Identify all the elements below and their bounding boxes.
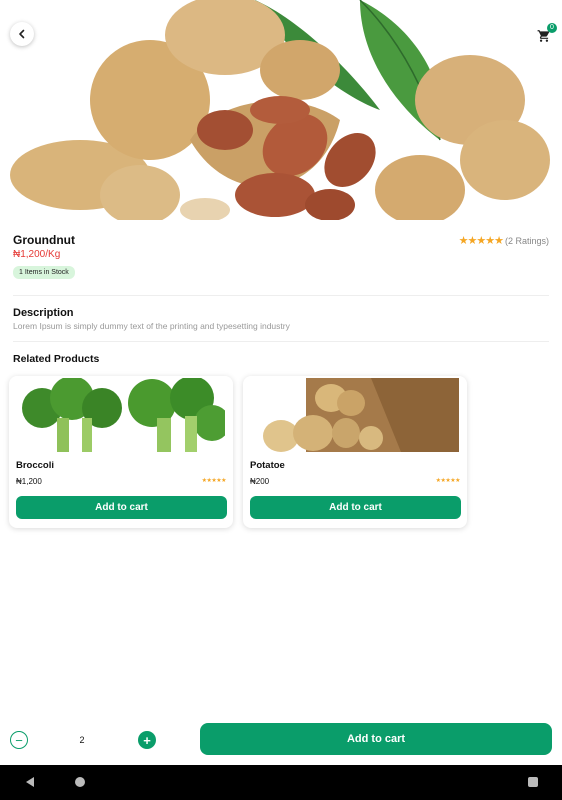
decrease-quantity-button[interactable]: − bbox=[10, 731, 28, 749]
card-rating-stars: ★★★★★ bbox=[201, 478, 227, 484]
card-add-to-cart-button[interactable]: Add to cart bbox=[250, 496, 461, 519]
potato-image bbox=[251, 378, 459, 452]
card-product-name: Potatoe bbox=[250, 460, 285, 471]
description-title: Description bbox=[13, 307, 74, 319]
cart-button[interactable]: 0 bbox=[537, 23, 557, 44]
system-navigation-bar bbox=[0, 765, 562, 800]
quantity-value: 2 bbox=[79, 735, 85, 745]
card-add-to-cart-button[interactable]: Add to cart bbox=[16, 496, 227, 519]
related-products-title: Related Products bbox=[13, 353, 100, 365]
back-button[interactable] bbox=[10, 22, 34, 46]
card-product-price: ₦200 bbox=[250, 477, 270, 486]
groundnut-photo bbox=[10, 0, 550, 220]
add-to-cart-button[interactable]: Add to cart bbox=[200, 723, 552, 755]
cart-count-badge: 0 bbox=[547, 23, 557, 33]
nav-back-icon[interactable] bbox=[24, 776, 36, 788]
minus-icon: − bbox=[15, 732, 23, 748]
related-product-card[interactable]: Potatoe ₦200 ★★★★★ Add to cart bbox=[243, 376, 467, 528]
rating-stars: ★★★★★ bbox=[458, 235, 504, 247]
product-image: 0 bbox=[0, 0, 562, 220]
chevron-left-icon bbox=[19, 29, 25, 39]
related-product-card[interactable]: Broccoli ₦1,200 ★★★★★ Add to cart bbox=[9, 376, 233, 528]
product-rating: ★★★★★ (2 Ratings) bbox=[459, 234, 549, 247]
description-text: Lorem Ipsum is simply dummy text of the … bbox=[13, 321, 290, 331]
card-rating-stars: ★★★★★ bbox=[435, 478, 461, 484]
card-product-price: ₦1,200 bbox=[16, 477, 42, 486]
plus-icon: + bbox=[143, 732, 151, 748]
rating-count: (2 Ratings) bbox=[504, 235, 549, 246]
increase-quantity-button[interactable]: + bbox=[138, 731, 156, 749]
broccoli-image bbox=[17, 378, 225, 452]
divider bbox=[13, 341, 549, 342]
stock-badge: 1 Items in Stock bbox=[13, 266, 75, 279]
nav-home-icon[interactable] bbox=[75, 777, 85, 787]
nav-recents-icon[interactable] bbox=[528, 777, 538, 787]
divider bbox=[13, 295, 549, 296]
product-title: Groundnut bbox=[13, 233, 75, 247]
product-price: ₦1,200/Kg bbox=[13, 249, 61, 260]
card-product-name: Broccoli bbox=[16, 460, 55, 471]
